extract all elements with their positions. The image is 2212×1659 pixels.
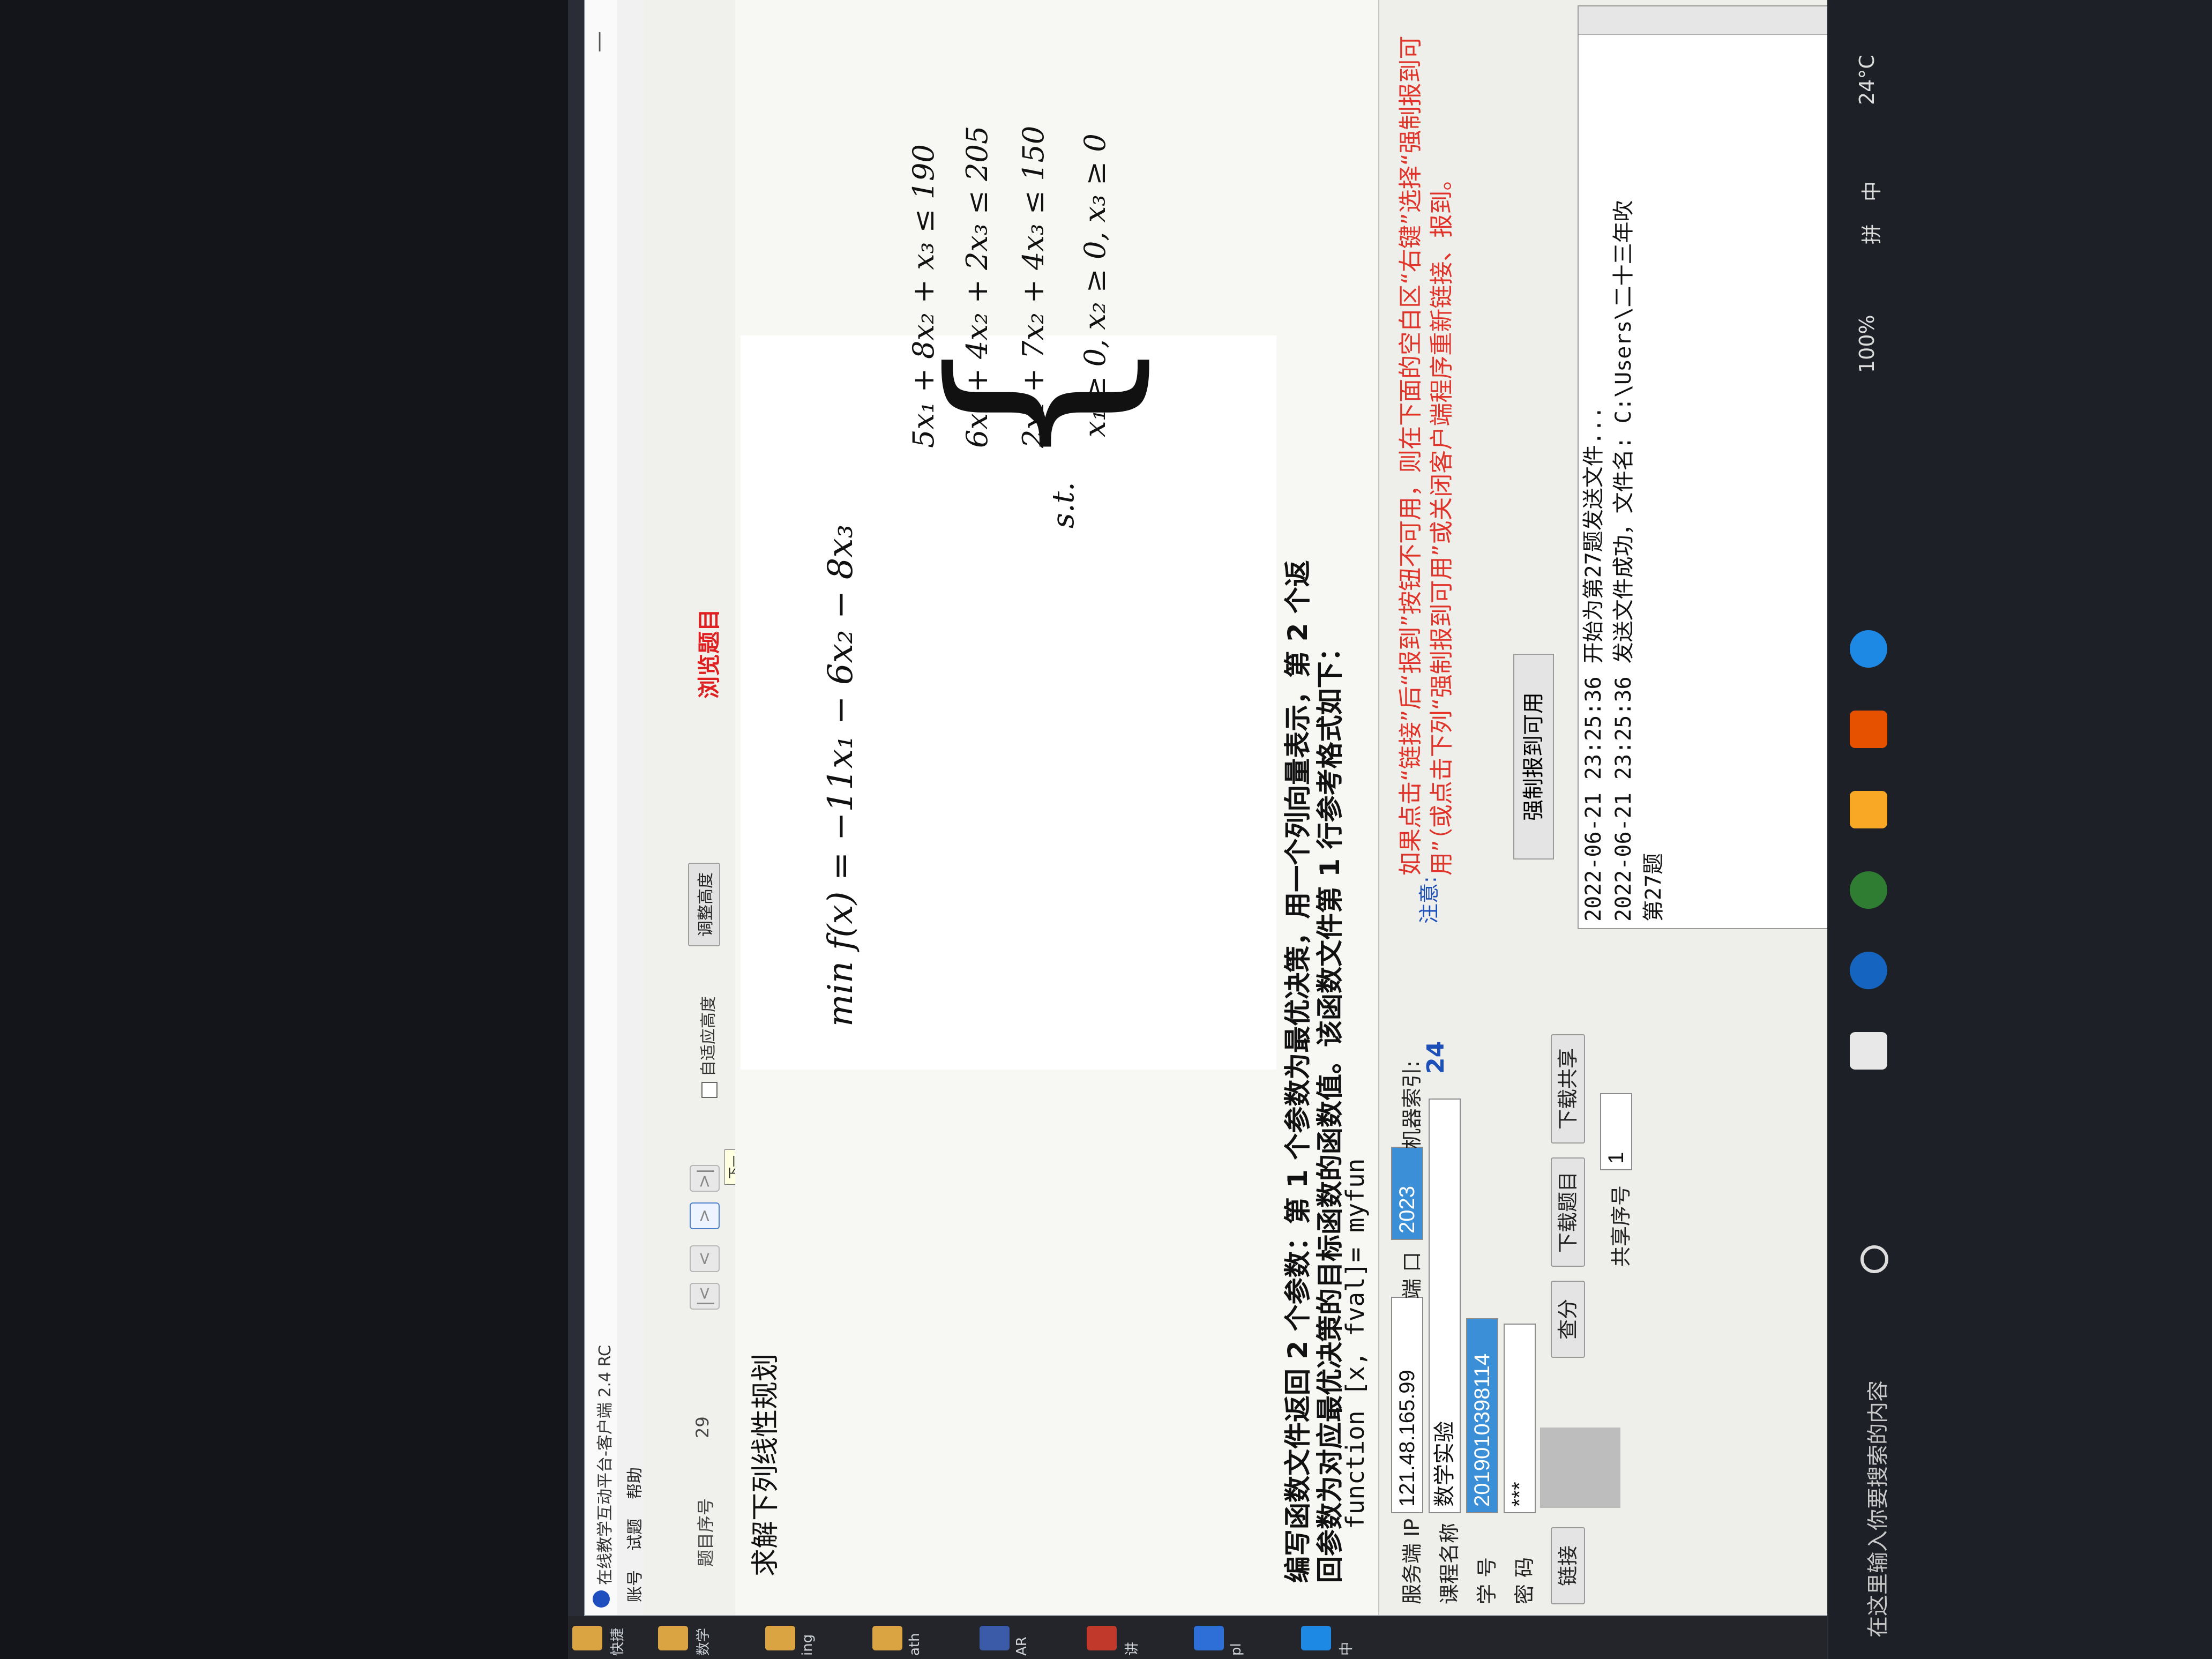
machine-index-label: 机器索引: [1400,1060,1424,1149]
server-ip-field[interactable]: 121.48.165.99 [1391,1297,1423,1513]
desktop-shortcut[interactable]: 快捷 [568,1619,638,1656]
constraint-3: 2x₁ + 7x₂ + 4x₃ ≤ 150 [1017,125,1050,448]
desktop-shortcut[interactable]: ing [761,1619,831,1656]
constraint-1: 5x₁ + 8x₂ + x₃ ≤ 190 [907,144,940,448]
function-signature: function [x, fval]= myfun [1341,1158,1370,1529]
desk-background [0,0,568,1659]
desktop-shortcut[interactable]: ath [868,1619,938,1656]
constraint-4: x₁ ≥ 0, x₂ ≥ 0, x₃ ≥ 0 [1078,133,1112,437]
adaptive-height-label: 自适应高度 [699,996,718,1077]
adaptive-height-checkbox[interactable]: 自适应高度 [695,996,719,1098]
shortcut-label: pl [1228,1643,1244,1656]
password-label: 密 码 [1513,1557,1536,1604]
folder-icon[interactable] [1850,791,1887,828]
next-question-button[interactable]: > [690,1202,720,1229]
question-content: 求解下列线性规划 min f(x) = −11x₁ − 6x₂ − 8x₃ s.… [735,0,1378,1615]
app-icon [1301,1626,1331,1650]
chat-icon[interactable] [1850,871,1887,909]
machine-index-value: 24 [1422,1041,1449,1074]
student-id-label: 学 号 [1475,1557,1499,1604]
formula-box: min f(x) = −11x₁ − 6x₂ − 8x₃ s.t. { 5x₁ … [741,126,1276,1070]
ime-indicator[interactable]: 拼 [1855,224,1885,244]
first-question-button[interactable]: |< [690,1283,720,1310]
app-logo-icon [593,1590,610,1608]
log-panel[interactable]: 2022-06-21 23:25:36 开始为第27题发送文件... 2022-… [1578,5,1832,929]
check-score-button[interactable]: 查分 [1551,1281,1585,1358]
log-line: 2022-06-21 23:25:36 发送文件成功，文件名: C:\Users… [1611,200,1636,922]
port-label: 端 口 [1400,1251,1424,1299]
app-icon [1087,1626,1117,1650]
log-scrollbar[interactable] [1579,6,1830,35]
notice-label: 注意: [1417,876,1441,924]
question-toolbar: 题目序号 29 |< < > >| 下一题 自适应高度 调整高度 浏览题目 [644,0,762,1615]
constraint-2: 6x₁ + 4x₂ + 2x₃ ≤ 205 [960,125,994,448]
client-window: 在线教学互动平台-客户端 2.4 RC — 账号 试题 帮助 题目序号 29 |… [584,0,1832,1616]
desktop-shortcut[interactable]: 数学 [654,1619,723,1656]
cortana-icon[interactable] [1860,1245,1888,1273]
shortcut-label: 数学 [696,1627,712,1656]
share-index-select[interactable]: 1 [1600,1093,1632,1170]
folder-icon [872,1626,902,1650]
download-shared-button[interactable]: 下载共享 [1551,1034,1585,1144]
force-checkin-button[interactable]: 强制报到可用 [1513,654,1554,860]
taskbar-search[interactable]: 在这里输入你要搜索的内容 [1860,1380,1892,1638]
share-index-label: 共享序号 [1609,1185,1633,1267]
password-field[interactable]: *** [1504,1324,1536,1513]
file-icon[interactable] [1850,1032,1887,1070]
desktop-shortcut[interactable]: 讲 [1082,1619,1152,1656]
desktop-shortcut[interactable]: 中 [1297,1619,1366,1656]
edge-icon[interactable] [1850,630,1887,668]
objective-function: min f(x) = −11x₁ − 6x₂ − 8x₃ [821,524,861,1027]
ime-mode-indicator[interactable]: 中 [1855,181,1885,201]
port-stepper[interactable]: 2023 [1391,1147,1423,1240]
desktop-shortcut[interactable]: pl [1190,1619,1259,1656]
window-title: 在线教学互动平台-客户端 2.4 RC [596,1345,615,1585]
menu-account[interactable]: 账号 [622,1570,645,1602]
shortcut-label: ath [907,1633,923,1656]
shortcut-label: ing [799,1634,816,1656]
last-question-button[interactable]: >| [690,1165,720,1192]
title-bar: 在线教学互动平台-客户端 2.4 RC — [585,0,618,1615]
taskbar: 在这里输入你要搜索的内容 100% 拼 中 24°C [1827,0,2212,1659]
prev-question-button[interactable]: < [690,1245,720,1272]
download-questions-button[interactable]: 下载题目 [1551,1157,1585,1267]
log-line: 第27题 [1641,853,1666,922]
battery-indicator[interactable]: 100% [1855,315,1879,373]
app-icon[interactable] [1850,711,1887,748]
desktop-icon-strip: 快捷 数学 ing ath AR 讲 pl 中 [568,1616,1827,1659]
folder-icon [658,1626,688,1650]
subject-to-label: s.t. [1046,482,1081,528]
menu-questions[interactable]: 试题 [622,1519,645,1551]
desktop-shortcut[interactable]: AR [975,1619,1045,1656]
notice-text: 如果点击“链接”后“报到”按钮不可用，则在下面的空白区“右键”选择“强制报到可用… [1397,35,1455,876]
folder-icon [765,1626,795,1650]
shortcut-label: 快捷 [610,1627,626,1656]
server-ip-label: 服务端 IP [1400,1518,1424,1604]
student-id-field[interactable]: 2019010398114 [1466,1318,1498,1513]
shortcut-label: 讲 [1124,1641,1140,1656]
shortcut-label: AR [1014,1636,1030,1656]
adjust-height-button[interactable]: 调整高度 [688,863,720,946]
question-heading: 求解下列线性规划 [750,1353,782,1576]
app-icon [980,1626,1010,1650]
connect-button[interactable]: 链接 [1551,1527,1585,1604]
folder-icon [572,1626,602,1650]
browser-icon[interactable] [1850,952,1887,989]
log-line: 2022-06-21 23:25:36 开始为第27题发送文件... [1581,406,1606,922]
course-label: 课程名称 [1438,1522,1461,1604]
browse-questions-link[interactable]: 浏览题目 [691,609,724,699]
minimize-button[interactable]: — [586,31,611,53]
shortcut-label: 中 [1339,1641,1355,1656]
course-select[interactable]: 数学实验 [1429,1098,1461,1513]
question-index-value: 29 [692,1416,713,1438]
question-index-label: 题目序号 [696,1498,716,1567]
checkbox-box [701,1082,718,1098]
rotated-screen: 快捷 数学 ing ath AR 讲 pl 中 在线教学互动平台-客户端 2.4… [0,0,2212,1659]
control-panel: 服务端 IP 121.48.165.99 端 口 2023 机器索引: 24 课… [1378,0,1832,1615]
weather-indicator[interactable]: 24°C [1855,55,1879,105]
app-icon [1194,1626,1224,1650]
menu-bar: 账号 试题 帮助 [617,0,645,1615]
photo-placeholder [1540,1428,1620,1508]
menu-help[interactable]: 帮助 [622,1467,645,1499]
